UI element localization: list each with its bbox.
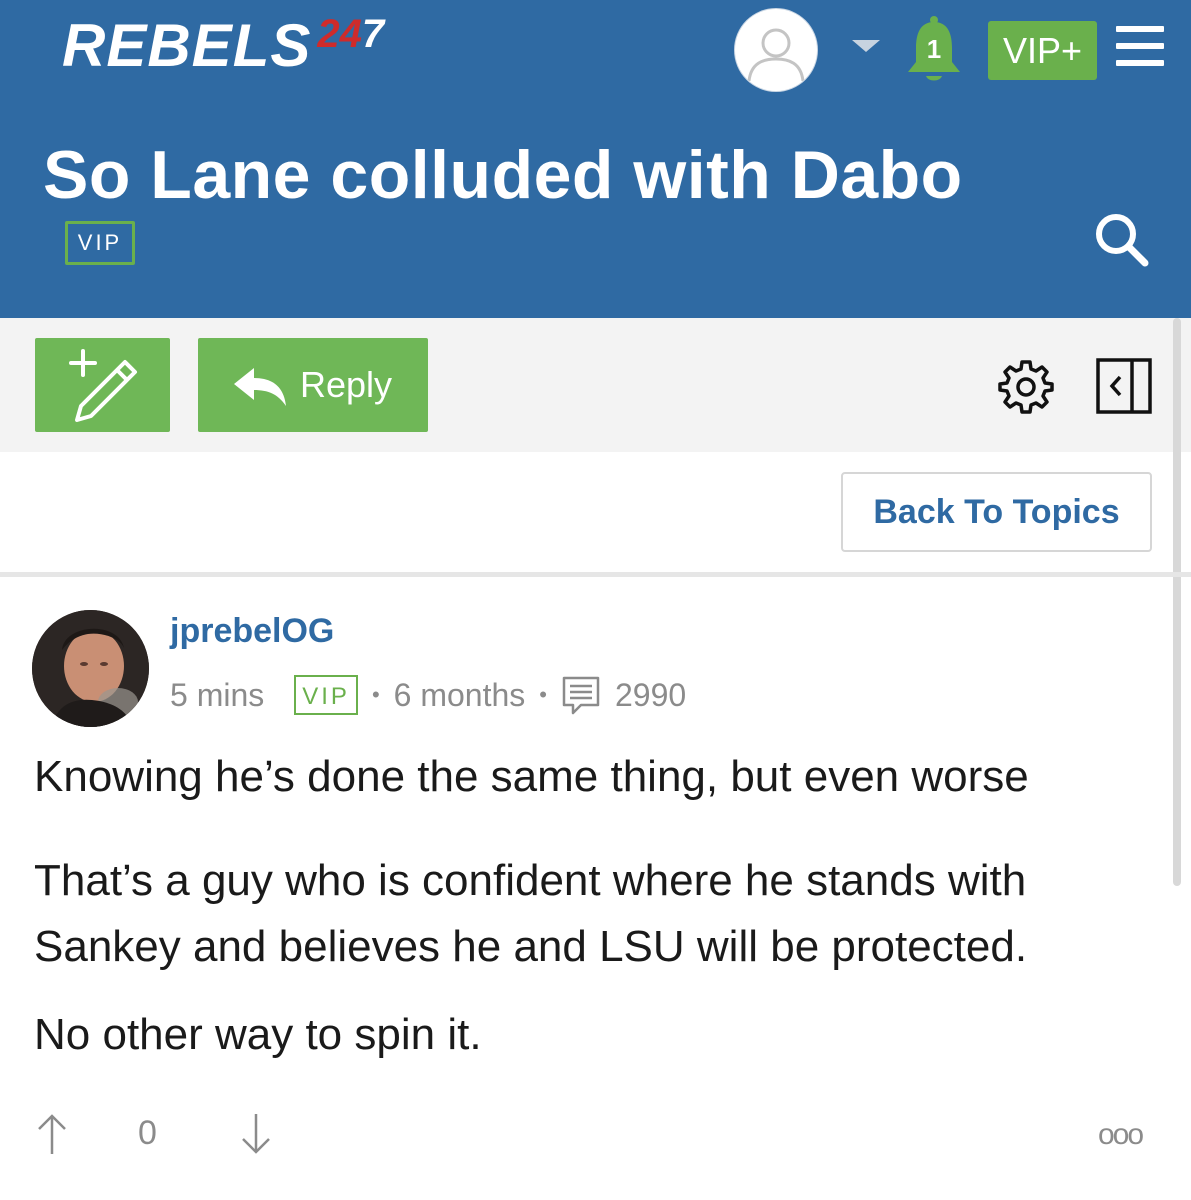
search-icon — [1096, 214, 1149, 267]
site-logo[interactable]: REBELS 247 — [62, 10, 384, 82]
collapse-sidebar-icon — [1096, 358, 1152, 414]
new-topic-pencil-icon — [69, 349, 137, 422]
hamburger-menu-icon[interactable] — [1116, 26, 1164, 66]
site-header: REBELS 247 1 VIP+ So Lane colluded with … — [0, 0, 1191, 318]
avatar-photo — [32, 610, 149, 727]
meta-separator: • — [371, 682, 380, 707]
post-paragraph: Knowing he’s done the same thing, but ev… — [34, 752, 1029, 801]
upvote-button[interactable] — [36, 1112, 68, 1156]
upvote-arrow-icon — [38, 1114, 66, 1154]
post-paragraph: No other way to spin it. — [34, 1010, 482, 1059]
scrollbar[interactable] — [1173, 318, 1181, 886]
vip-plus-button[interactable]: VIP+ — [988, 21, 1097, 80]
meta-separator: • — [539, 682, 547, 707]
post-count: 2990 — [614, 676, 687, 713]
section-divider — [0, 572, 1191, 577]
logo-digit: 7 — [361, 12, 385, 56]
notification-count: 1 — [926, 34, 942, 64]
thread-title: So Lane colluded with Dabo — [43, 137, 963, 213]
more-options-button[interactable]: ooo — [1098, 1118, 1144, 1152]
thread-toolbar: Reply — [0, 318, 1191, 452]
settings-button[interactable] — [998, 358, 1054, 414]
post-paragraph: That’s a guy who is confident where he s… — [34, 856, 1028, 971]
post-time[interactable]: 5 mins — [170, 677, 264, 714]
notifications-button[interactable]: 1 — [904, 14, 964, 84]
post-username[interactable]: jprebelOG — [170, 612, 334, 651]
new-topic-button[interactable] — [35, 338, 170, 432]
avatar-placeholder-icon — [747, 28, 805, 82]
author-vip-badge: VIP — [294, 675, 358, 715]
collapse-sidebar-button[interactable] — [1096, 358, 1152, 414]
downvote-arrow-icon — [242, 1114, 270, 1154]
comment-count-icon — [562, 676, 600, 715]
logo-digit: 4 — [339, 12, 362, 56]
logo-wordmark: REBELS — [62, 12, 312, 79]
member-since: 6 months — [393, 676, 526, 713]
search-button[interactable] — [1092, 210, 1150, 268]
back-to-topics-button[interactable]: Back To Topics — [841, 472, 1152, 552]
logo-247: 247 — [317, 14, 384, 54]
settings-gear-icon — [998, 360, 1054, 414]
user-avatar-button[interactable] — [735, 9, 817, 91]
post-author-avatar[interactable] — [32, 610, 149, 727]
vote-count: 0 — [138, 1114, 157, 1152]
vip-badge: VIP — [65, 221, 135, 265]
reply-label: Reply — [300, 364, 393, 405]
post-meta: 5 mins VIP • 6 months • 2990 — [170, 670, 686, 720]
logo-digit: 2 — [317, 12, 340, 56]
downvote-button[interactable] — [240, 1112, 272, 1156]
reply-button[interactable]: Reply — [198, 338, 428, 432]
reply-arrow-icon — [234, 368, 286, 406]
caret-down-icon[interactable] — [852, 40, 880, 52]
